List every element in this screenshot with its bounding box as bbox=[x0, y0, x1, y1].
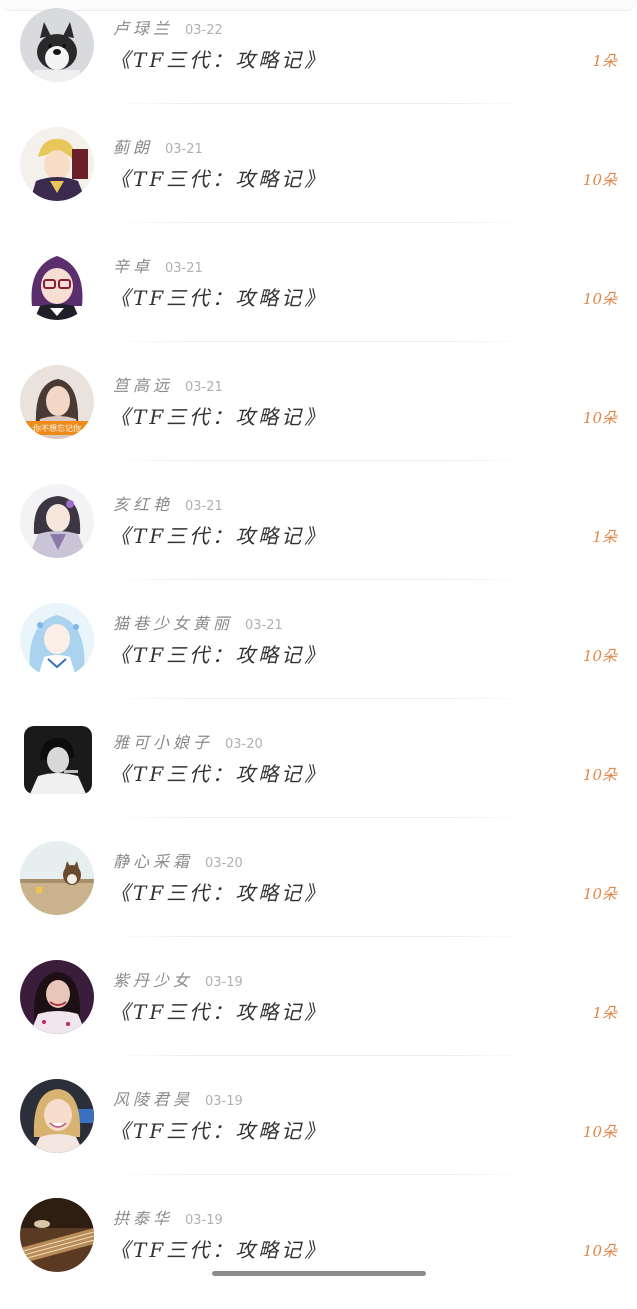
list-item[interactable]: 亥红艳 03-21 《TF三代：攻略记》 1朵 bbox=[0, 476, 637, 595]
gift-count: 1朵 bbox=[592, 52, 617, 70]
sender-name: 猫巷少女黄丽 bbox=[113, 614, 234, 633]
home-indicator[interactable] bbox=[212, 1271, 426, 1276]
work-title[interactable]: 《TF三代：攻略记》 bbox=[110, 996, 327, 1025]
send-date: 03-22 bbox=[185, 23, 223, 38]
list-item[interactable]: 风陵君昊 03-19 《TF三代：攻略记》 10朵 bbox=[0, 1071, 637, 1190]
work-title[interactable]: 《TF三代：攻略记》 bbox=[110, 401, 327, 430]
sender-name: 拱泰华 bbox=[113, 1209, 174, 1228]
list-item[interactable]: 拱泰华 03-19 《TF三代：攻略记》 10朵 bbox=[0, 1190, 637, 1309]
anime-blonde-avatar[interactable] bbox=[20, 127, 94, 201]
divider bbox=[110, 698, 530, 699]
divider bbox=[110, 579, 530, 580]
work-title[interactable]: 《TF三代：攻略记》 bbox=[110, 1115, 327, 1144]
avatar-caption: 你不想忘记你 bbox=[33, 423, 81, 433]
sender-name-line: 卢琭兰 03-22 bbox=[113, 15, 223, 39]
divider bbox=[110, 1174, 530, 1175]
gift-count: 10朵 bbox=[582, 409, 617, 427]
anime-purple-hair-avatar[interactable] bbox=[20, 246, 94, 320]
sender-name-line: 静心采霜 03-20 bbox=[113, 848, 243, 872]
gift-count: 10朵 bbox=[582, 171, 617, 189]
sender-name: 静心采霜 bbox=[113, 852, 194, 871]
divider bbox=[110, 1055, 530, 1056]
divider bbox=[110, 222, 530, 223]
photo-cat-avatar[interactable] bbox=[20, 841, 94, 915]
list-item[interactable]: 静心采霜 03-20 《TF三代：攻略记》 10朵 bbox=[0, 833, 637, 952]
sender-name-line: 亥红艳 03-21 bbox=[113, 491, 223, 515]
divider bbox=[110, 341, 530, 342]
sender-name-line: 拱泰华 03-19 bbox=[113, 1205, 223, 1229]
gift-count: 10朵 bbox=[582, 885, 617, 903]
gift-count: 10朵 bbox=[582, 766, 617, 784]
list-item[interactable]: 辛卓 03-21 《TF三代：攻略记》 10朵 bbox=[0, 238, 637, 357]
sender-name-line: 猫巷少女黄丽 03-21 bbox=[113, 610, 283, 634]
work-title[interactable]: 《TF三代：攻略记》 bbox=[110, 282, 327, 311]
list-item[interactable]: 蓟朗 03-21 《TF三代：攻略记》 10朵 bbox=[0, 119, 637, 238]
divider bbox=[110, 460, 530, 461]
photo-instrument-avatar[interactable] bbox=[20, 1198, 94, 1272]
sender-name: 风陵君昊 bbox=[113, 1090, 194, 1109]
sender-name-line: 风陵君昊 03-19 bbox=[113, 1086, 243, 1110]
sender-name: 卢琭兰 bbox=[113, 19, 174, 38]
gift-count: 10朵 bbox=[582, 290, 617, 308]
divider bbox=[110, 936, 530, 937]
photo-woman-dark-avatar[interactable] bbox=[20, 960, 94, 1034]
list-item[interactable]: 卢琭兰 03-22 《TF三代：攻略记》 1朵 bbox=[0, 0, 637, 119]
send-date: 03-19 bbox=[185, 1213, 223, 1228]
anime-robed-avatar[interactable] bbox=[20, 484, 94, 558]
send-date: 03-21 bbox=[185, 499, 223, 514]
list-item[interactable]: 猫巷少女黄丽 03-21 《TF三代：攻略记》 10朵 bbox=[0, 595, 637, 714]
list-item[interactable]: 雅可小娘子 03-20 《TF三代：攻略记》 10朵 bbox=[0, 714, 637, 833]
work-title[interactable]: 《TF三代：攻略记》 bbox=[110, 758, 327, 787]
send-date: 03-20 bbox=[225, 737, 263, 752]
anime-blue-hair-avatar[interactable] bbox=[20, 603, 94, 677]
work-title[interactable]: 《TF三代：攻略记》 bbox=[110, 44, 327, 73]
work-title[interactable]: 《TF三代：攻略记》 bbox=[110, 1234, 327, 1263]
sender-name: 亥红艳 bbox=[113, 495, 174, 514]
gift-count: 1朵 bbox=[592, 1004, 617, 1022]
send-date: 03-21 bbox=[165, 142, 203, 157]
gift-count: 10朵 bbox=[582, 647, 617, 665]
sender-name-line: 辛卓 03-21 bbox=[113, 253, 203, 277]
work-title[interactable]: 《TF三代：攻略记》 bbox=[110, 163, 327, 192]
send-date: 03-21 bbox=[245, 618, 283, 633]
divider bbox=[110, 103, 530, 104]
sender-name: 雅可小娘子 bbox=[113, 733, 214, 752]
list-item[interactable]: 你不想忘记你 笪高远 03-21 《TF三代：攻略记》 10朵 bbox=[0, 357, 637, 476]
sender-name-line: 笪高远 03-21 bbox=[113, 372, 223, 396]
gift-count: 10朵 bbox=[582, 1123, 617, 1141]
list-item[interactable]: 紫丹少女 03-19 《TF三代：攻略记》 1朵 bbox=[0, 952, 637, 1071]
photo-woman-avatar[interactable]: 你不想忘记你 bbox=[20, 365, 94, 439]
sender-name-line: 雅可小娘子 03-20 bbox=[113, 729, 263, 753]
work-title[interactable]: 《TF三代：攻略记》 bbox=[110, 520, 327, 549]
sender-name-line: 蓟朗 03-21 bbox=[113, 134, 203, 158]
photo-blonde-girl-avatar[interactable] bbox=[20, 1079, 94, 1153]
send-date: 03-20 bbox=[205, 856, 243, 871]
work-title[interactable]: 《TF三代：攻略记》 bbox=[110, 639, 327, 668]
sender-name: 笪高远 bbox=[113, 376, 174, 395]
sender-name: 紫丹少女 bbox=[113, 971, 194, 990]
photo-bw-person-avatar[interactable] bbox=[24, 726, 92, 794]
send-date: 03-19 bbox=[205, 975, 243, 990]
send-date: 03-21 bbox=[165, 261, 203, 276]
gift-count: 10朵 bbox=[582, 1242, 617, 1260]
gift-count: 1朵 bbox=[592, 528, 617, 546]
sender-name-line: 紫丹少女 03-19 bbox=[113, 967, 243, 991]
husky-dog-avatar[interactable] bbox=[20, 8, 94, 82]
work-title[interactable]: 《TF三代：攻略记》 bbox=[110, 877, 327, 906]
sender-name: 蓟朗 bbox=[113, 138, 154, 157]
divider bbox=[110, 817, 530, 818]
send-date: 03-19 bbox=[205, 1094, 243, 1109]
send-date: 03-21 bbox=[185, 380, 223, 395]
sender-name: 辛卓 bbox=[113, 257, 154, 276]
